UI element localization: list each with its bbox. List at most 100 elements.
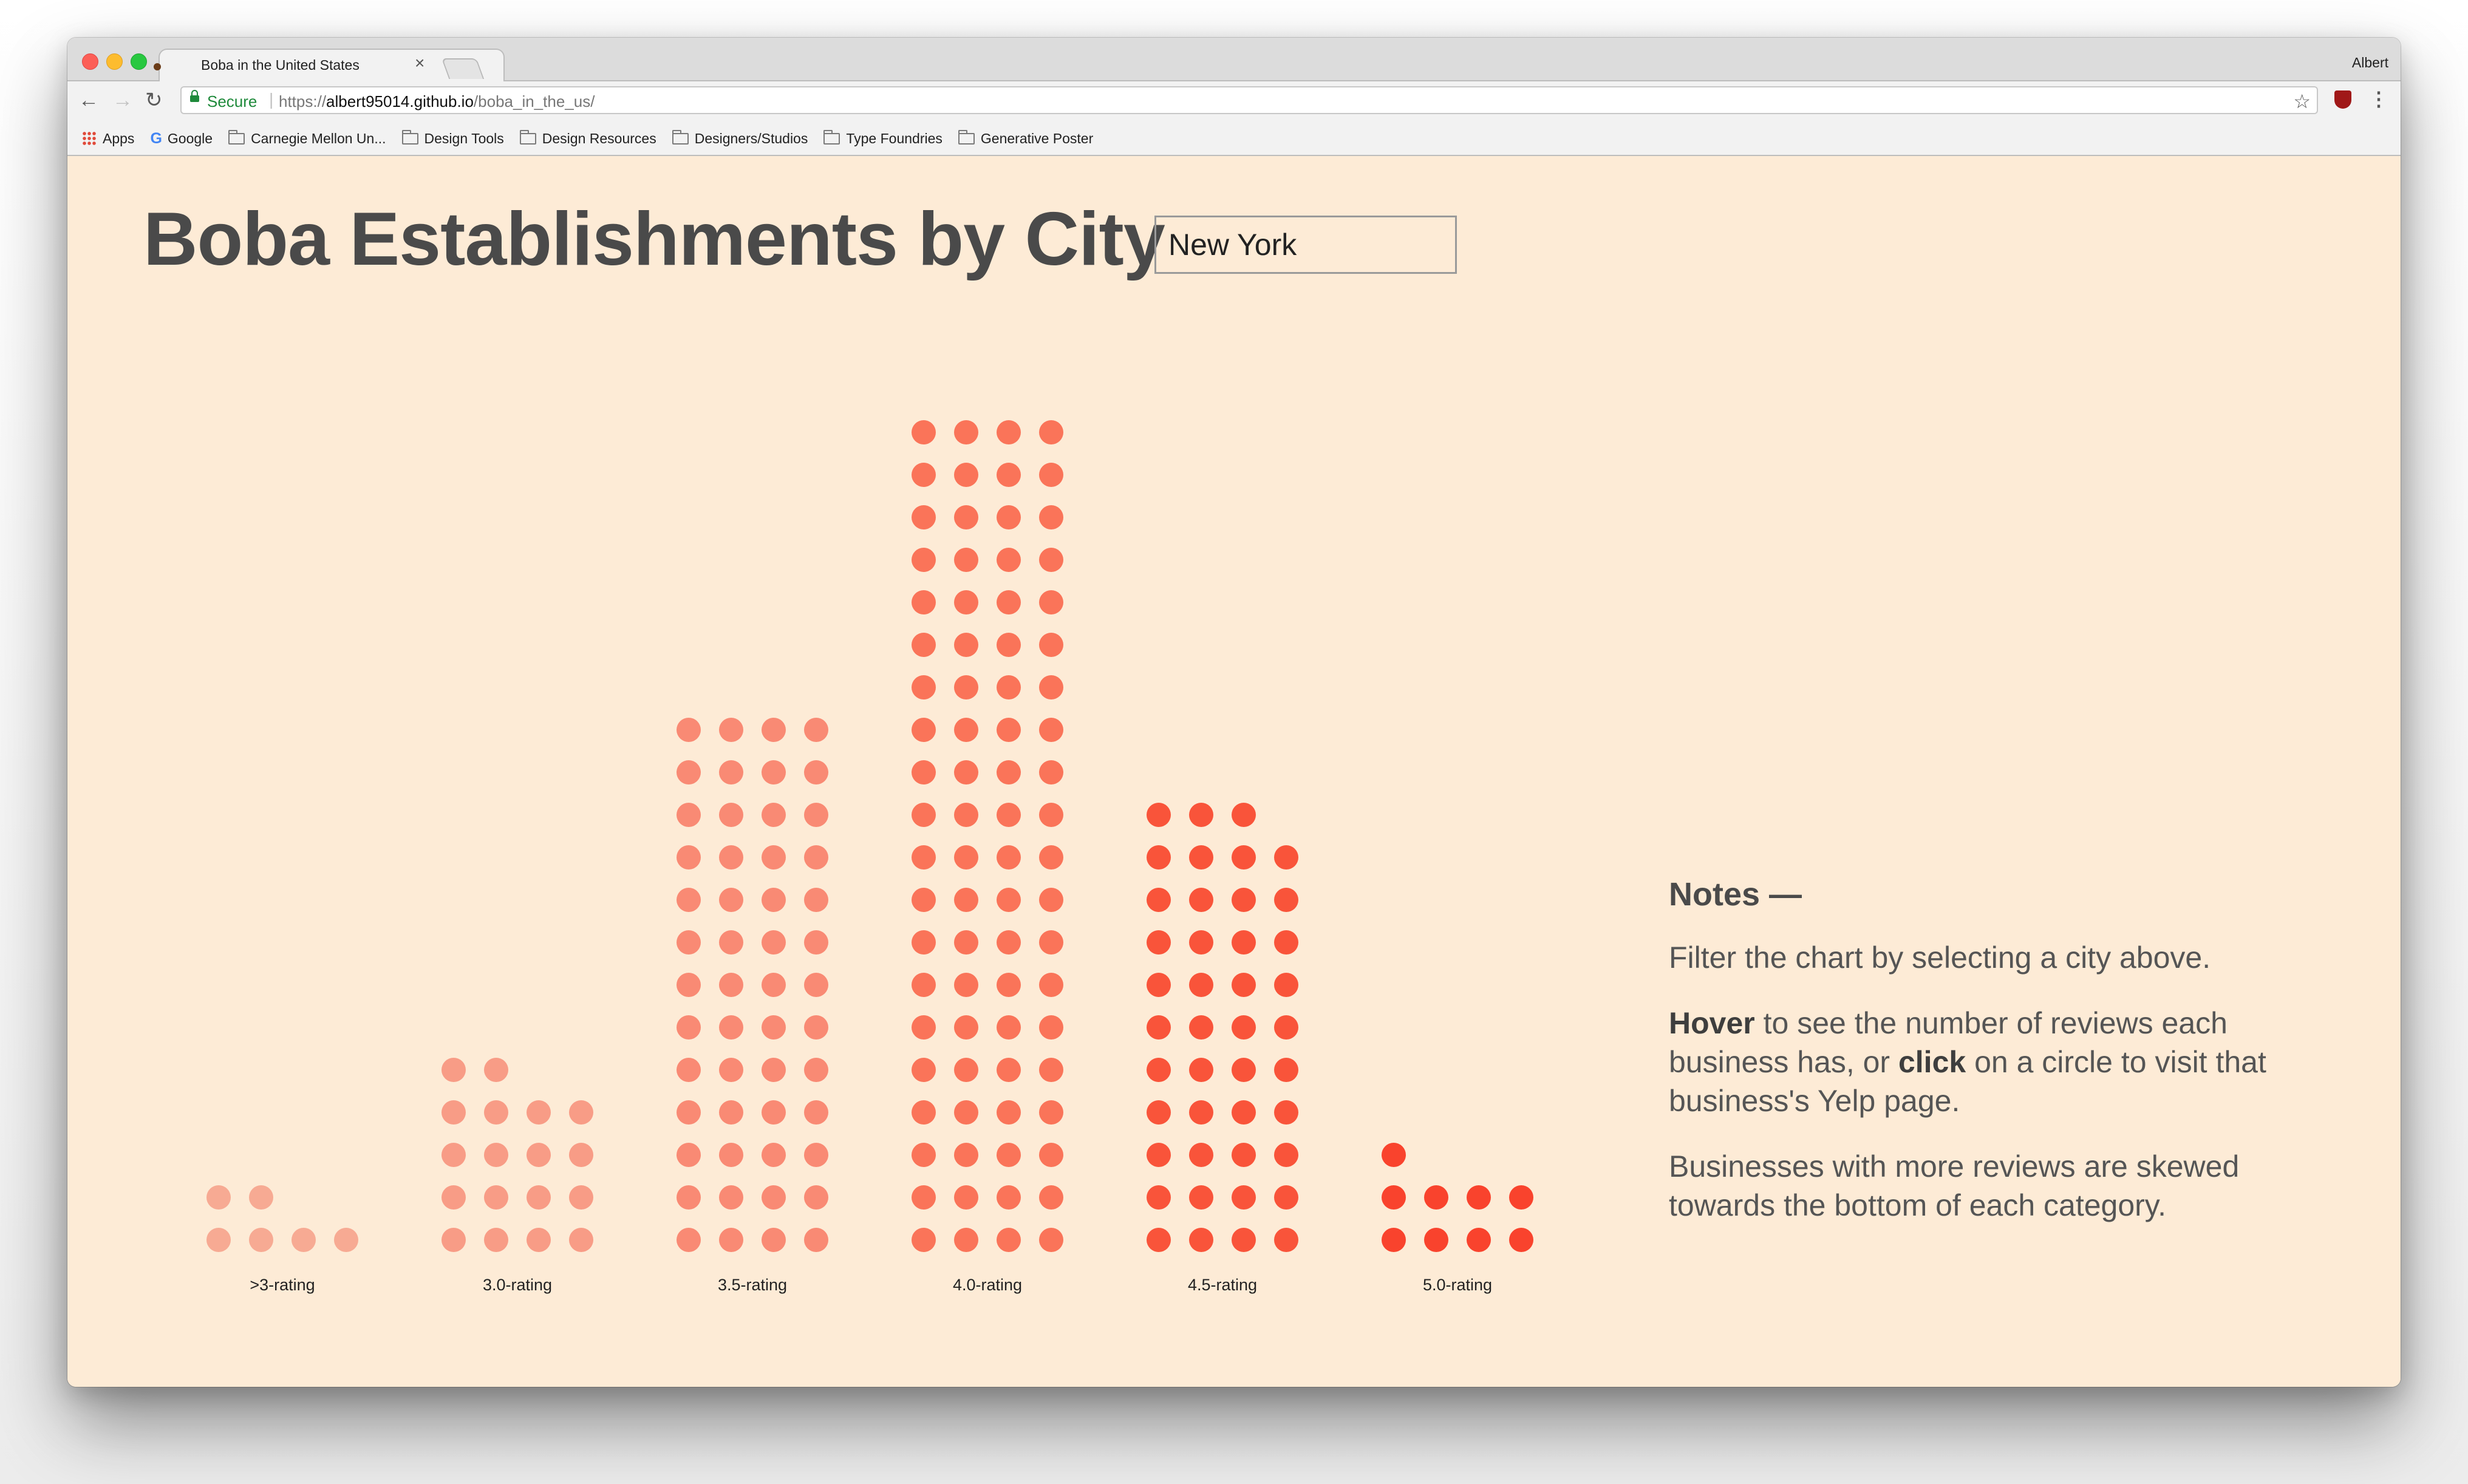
- business-dot[interactable]: [804, 718, 828, 742]
- business-dot[interactable]: [1189, 1228, 1213, 1252]
- business-dot[interactable]: [719, 1143, 743, 1167]
- business-dot[interactable]: [912, 1185, 936, 1210]
- business-dot[interactable]: [1189, 1015, 1213, 1040]
- url-text[interactable]: https://albert95014.github.io/boba_in_th…: [279, 92, 595, 111]
- business-dot[interactable]: [441, 1228, 466, 1252]
- business-dot[interactable]: [719, 1100, 743, 1125]
- business-dot[interactable]: [1147, 1185, 1171, 1210]
- business-dot[interactable]: [441, 1143, 466, 1167]
- business-dot[interactable]: [1189, 930, 1213, 955]
- business-dot[interactable]: [997, 633, 1021, 657]
- business-dot[interactable]: [804, 1228, 828, 1252]
- maximize-window-icon[interactable]: [131, 53, 147, 70]
- business-dot[interactable]: [484, 1058, 508, 1082]
- business-dot[interactable]: [677, 973, 701, 997]
- business-dot[interactable]: [997, 548, 1021, 572]
- business-dot[interactable]: [206, 1228, 231, 1252]
- bookmark-designers-studios[interactable]: Designers/Studios: [672, 129, 808, 147]
- business-dot[interactable]: [1039, 1100, 1063, 1125]
- business-dot[interactable]: [1189, 1058, 1213, 1082]
- back-arrow-icon[interactable]: ←: [78, 90, 99, 111]
- business-dot[interactable]: [762, 888, 786, 912]
- business-dot[interactable]: [912, 760, 936, 785]
- business-dot[interactable]: [912, 1143, 936, 1167]
- address-bar[interactable]: Secure | https://albert95014.github.io/b…: [180, 86, 2318, 114]
- business-dot[interactable]: [441, 1185, 466, 1210]
- business-dot[interactable]: [1274, 845, 1298, 870]
- business-dot[interactable]: [1232, 888, 1256, 912]
- business-dot[interactable]: [1147, 1228, 1171, 1252]
- business-dot[interactable]: [677, 1015, 701, 1040]
- business-dot[interactable]: [677, 1228, 701, 1252]
- business-dot[interactable]: [1232, 1058, 1256, 1082]
- business-dot[interactable]: [1039, 548, 1063, 572]
- business-dot[interactable]: [954, 1100, 978, 1125]
- business-dot[interactable]: [804, 888, 828, 912]
- business-dot[interactable]: [1424, 1228, 1448, 1252]
- business-dot[interactable]: [719, 718, 743, 742]
- business-dot[interactable]: [912, 420, 936, 444]
- close-window-icon[interactable]: [82, 53, 98, 70]
- business-dot[interactable]: [997, 590, 1021, 614]
- business-dot[interactable]: [1147, 1058, 1171, 1082]
- business-dot[interactable]: [677, 1058, 701, 1082]
- business-dot[interactable]: [677, 930, 701, 955]
- business-dot[interactable]: [1509, 1185, 1533, 1210]
- business-dot[interactable]: [1039, 1143, 1063, 1167]
- reload-icon[interactable]: ↻: [145, 90, 163, 111]
- business-dot[interactable]: [1274, 1228, 1298, 1252]
- business-dot[interactable]: [527, 1228, 551, 1252]
- business-dot[interactable]: [912, 930, 936, 955]
- bookmark-star-icon[interactable]: ☆: [2293, 90, 2311, 113]
- business-dot[interactable]: [912, 463, 936, 487]
- business-dot[interactable]: [719, 1185, 743, 1210]
- business-dot[interactable]: [1147, 1015, 1171, 1040]
- business-dot[interactable]: [954, 803, 978, 827]
- business-dot[interactable]: [997, 1015, 1021, 1040]
- business-dot[interactable]: [804, 1058, 828, 1082]
- business-dot[interactable]: [997, 930, 1021, 955]
- business-dot[interactable]: [719, 803, 743, 827]
- business-dot[interactable]: [997, 675, 1021, 699]
- business-dot[interactable]: [677, 1143, 701, 1167]
- business-dot[interactable]: [997, 760, 1021, 785]
- business-dot[interactable]: [954, 1185, 978, 1210]
- business-dot[interactable]: [1232, 1228, 1256, 1252]
- minimize-window-icon[interactable]: [106, 53, 123, 70]
- new-tab-button[interactable]: [441, 58, 485, 79]
- business-dot[interactable]: [1382, 1228, 1406, 1252]
- business-dot[interactable]: [1232, 845, 1256, 870]
- business-dot[interactable]: [997, 845, 1021, 870]
- business-dot[interactable]: [1232, 803, 1256, 827]
- business-dot[interactable]: [1382, 1143, 1406, 1167]
- business-dot[interactable]: [569, 1228, 593, 1252]
- bookmark-carnegie-mellon[interactable]: Carnegie Mellon Un...: [228, 129, 386, 147]
- business-dot[interactable]: [1274, 1143, 1298, 1167]
- business-dot[interactable]: [804, 930, 828, 955]
- business-dot[interactable]: [1382, 1185, 1406, 1210]
- business-dot[interactable]: [719, 845, 743, 870]
- business-dot[interactable]: [997, 973, 1021, 997]
- business-dot[interactable]: [997, 420, 1021, 444]
- business-dot[interactable]: [762, 1228, 786, 1252]
- business-dot[interactable]: [912, 1015, 936, 1040]
- business-dot[interactable]: [762, 760, 786, 785]
- business-dot[interactable]: [997, 463, 1021, 487]
- business-dot[interactable]: [804, 1143, 828, 1167]
- business-dot[interactable]: [954, 760, 978, 785]
- business-dot[interactable]: [334, 1228, 358, 1252]
- business-dot[interactable]: [1147, 1100, 1171, 1125]
- business-dot[interactable]: [677, 1185, 701, 1210]
- business-dot[interactable]: [997, 1228, 1021, 1252]
- business-dot[interactable]: [569, 1185, 593, 1210]
- business-dot[interactable]: [762, 1143, 786, 1167]
- bookmark-apps[interactable]: Apps: [82, 131, 134, 147]
- business-dot[interactable]: [762, 803, 786, 827]
- business-dot[interactable]: [912, 1058, 936, 1082]
- bookmark-design-tools[interactable]: Design Tools: [401, 129, 504, 147]
- business-dot[interactable]: [762, 845, 786, 870]
- business-dot[interactable]: [1467, 1185, 1491, 1210]
- business-dot[interactable]: [1232, 1100, 1256, 1125]
- business-dot[interactable]: [1039, 1015, 1063, 1040]
- business-dot[interactable]: [1039, 803, 1063, 827]
